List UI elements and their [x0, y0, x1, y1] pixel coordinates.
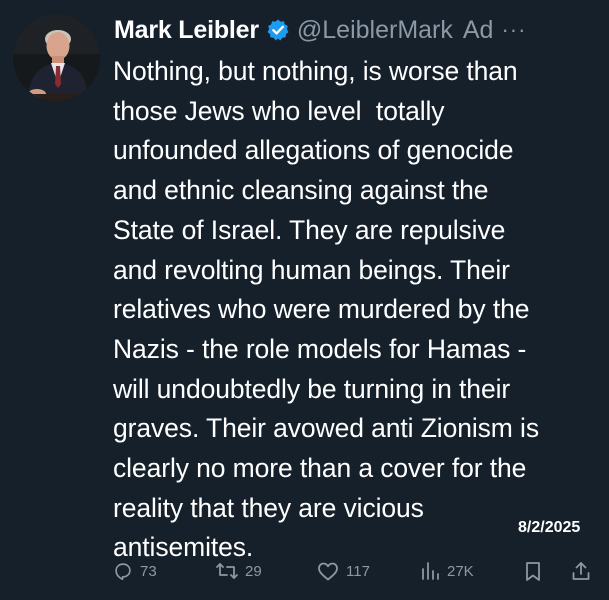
date-stamp: 8/2/2025	[518, 519, 581, 536]
tweet-line: Nazis - the role models for Hamas -	[113, 333, 527, 364]
repost-count: 29	[245, 562, 262, 580]
tweet-line: will undoubtedly be turning in their	[113, 373, 511, 404]
user-handle[interactable]: @LeiblerMark	[297, 16, 453, 45]
reply-button[interactable]: 73	[112, 560, 157, 582]
tweet-card[interactable]: Mark Leibler @LeiblerMark Ad ··· Nothing…	[0, 0, 609, 600]
bookmark-button[interactable]	[522, 560, 544, 582]
tweet-line: graves. Their avowed anti Zionism is	[113, 413, 539, 444]
tweet-text: Nothing, but nothing, is worse than thos…	[113, 52, 599, 568]
repost-button[interactable]: 29	[215, 560, 262, 582]
reply-count: 73	[140, 562, 157, 580]
share-icon	[572, 562, 590, 580]
bookmark-icon	[526, 562, 540, 581]
ad-label: Ad	[462, 15, 494, 44]
like-count: 117	[346, 562, 370, 580]
repost-icon	[216, 563, 238, 579]
tweet-line: and ethnic cleansing against the	[113, 175, 489, 206]
views-count: 27K	[447, 562, 474, 580]
tweet-line: unfounded allegations of genocide	[113, 135, 514, 166]
tweet-line: Nothing, but nothing, is worse than	[113, 56, 518, 86]
display-name[interactable]: Mark Leibler	[114, 16, 259, 45]
views-button[interactable]: 27K	[419, 560, 474, 582]
share-button[interactable]	[570, 560, 592, 582]
tweet-line: those Jews who level totally	[113, 95, 445, 126]
verified-badge-icon	[266, 18, 290, 42]
tweet-line: State of Israel. They are repulsive	[113, 214, 506, 245]
tweet-line: clearly no more than a cover for the	[113, 453, 527, 484]
like-button[interactable]: 117	[316, 560, 370, 582]
more-options-icon[interactable]: ···	[501, 17, 526, 43]
tweet-header: Mark Leibler @LeiblerMark Ad ···	[114, 12, 603, 48]
action-bar: 73 29 117 27K	[112, 560, 602, 586]
tweet-line: and revolting human beings. Their	[113, 254, 510, 285]
tweet-line: relatives who were murdered by the	[113, 294, 530, 325]
reply-icon	[115, 563, 131, 581]
avatar[interactable]	[13, 14, 100, 101]
views-icon	[422, 562, 439, 580]
like-icon	[318, 562, 338, 581]
